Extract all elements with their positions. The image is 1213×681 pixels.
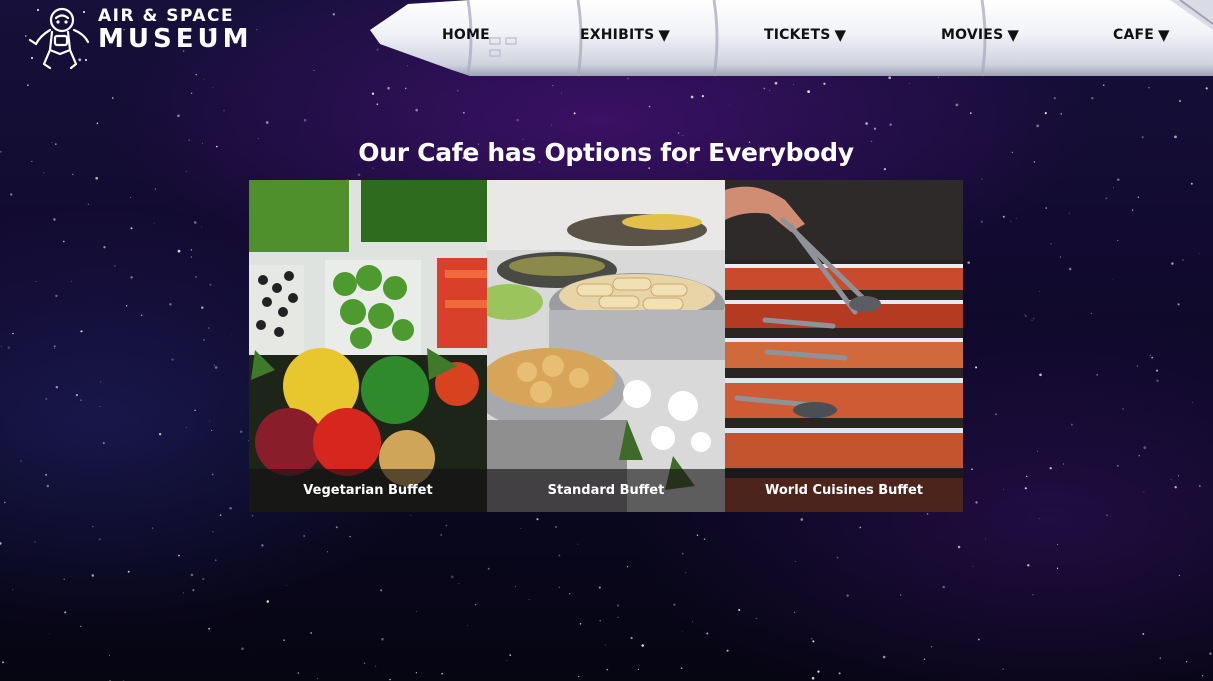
dropdown-arrow-icon: ▼ xyxy=(1007,26,1020,44)
card-vegetarian-buffet[interactable]: Vegetarian Buffet xyxy=(249,180,487,512)
nav-item-label: EXHIBITS xyxy=(580,27,655,43)
nav-item-movies[interactable]: MOVIES ▼ xyxy=(941,24,1019,46)
dropdown-arrow-icon: ▼ xyxy=(834,26,847,44)
card-caption: Standard Buffet xyxy=(487,469,725,512)
nav-item-label: TICKETS xyxy=(764,27,831,43)
card-caption: Vegetarian Buffet xyxy=(249,469,487,512)
logo-text-top: AIR & SPACE xyxy=(98,6,235,26)
nav-item-cafe[interactable]: CAFE ▼ xyxy=(1113,24,1170,46)
chafing-dish-photo-icon xyxy=(487,180,725,512)
buffet-cards: Vegetarian Buffet Standard Buffet World … xyxy=(249,180,963,512)
dropdown-arrow-icon: ▼ xyxy=(658,26,671,44)
nav-item-label: HOME xyxy=(442,27,490,43)
main-navigation: HOME EXHIBITS ▼ TICKETS ▼ MOVIES ▼ CAFE … xyxy=(0,24,1213,48)
card-world-cuisines-buffet[interactable]: World Cuisines Buffet xyxy=(725,180,963,512)
nav-item-label: CAFE xyxy=(1113,27,1155,43)
nav-item-exhibits[interactable]: EXHIBITS ▼ xyxy=(580,24,670,46)
page-headline: Our Cafe has Options for Everybody xyxy=(358,138,854,167)
serving-tongs-photo-icon xyxy=(725,180,963,512)
card-standard-buffet[interactable]: Standard Buffet xyxy=(487,180,725,512)
nav-item-label: MOVIES xyxy=(941,27,1004,43)
vegetable-platter-photo-icon xyxy=(249,180,487,512)
card-caption: World Cuisines Buffet xyxy=(725,469,963,512)
nav-item-home[interactable]: HOME xyxy=(442,24,490,46)
dropdown-arrow-icon: ▼ xyxy=(1158,26,1170,44)
nav-item-tickets[interactable]: TICKETS ▼ xyxy=(764,24,846,46)
